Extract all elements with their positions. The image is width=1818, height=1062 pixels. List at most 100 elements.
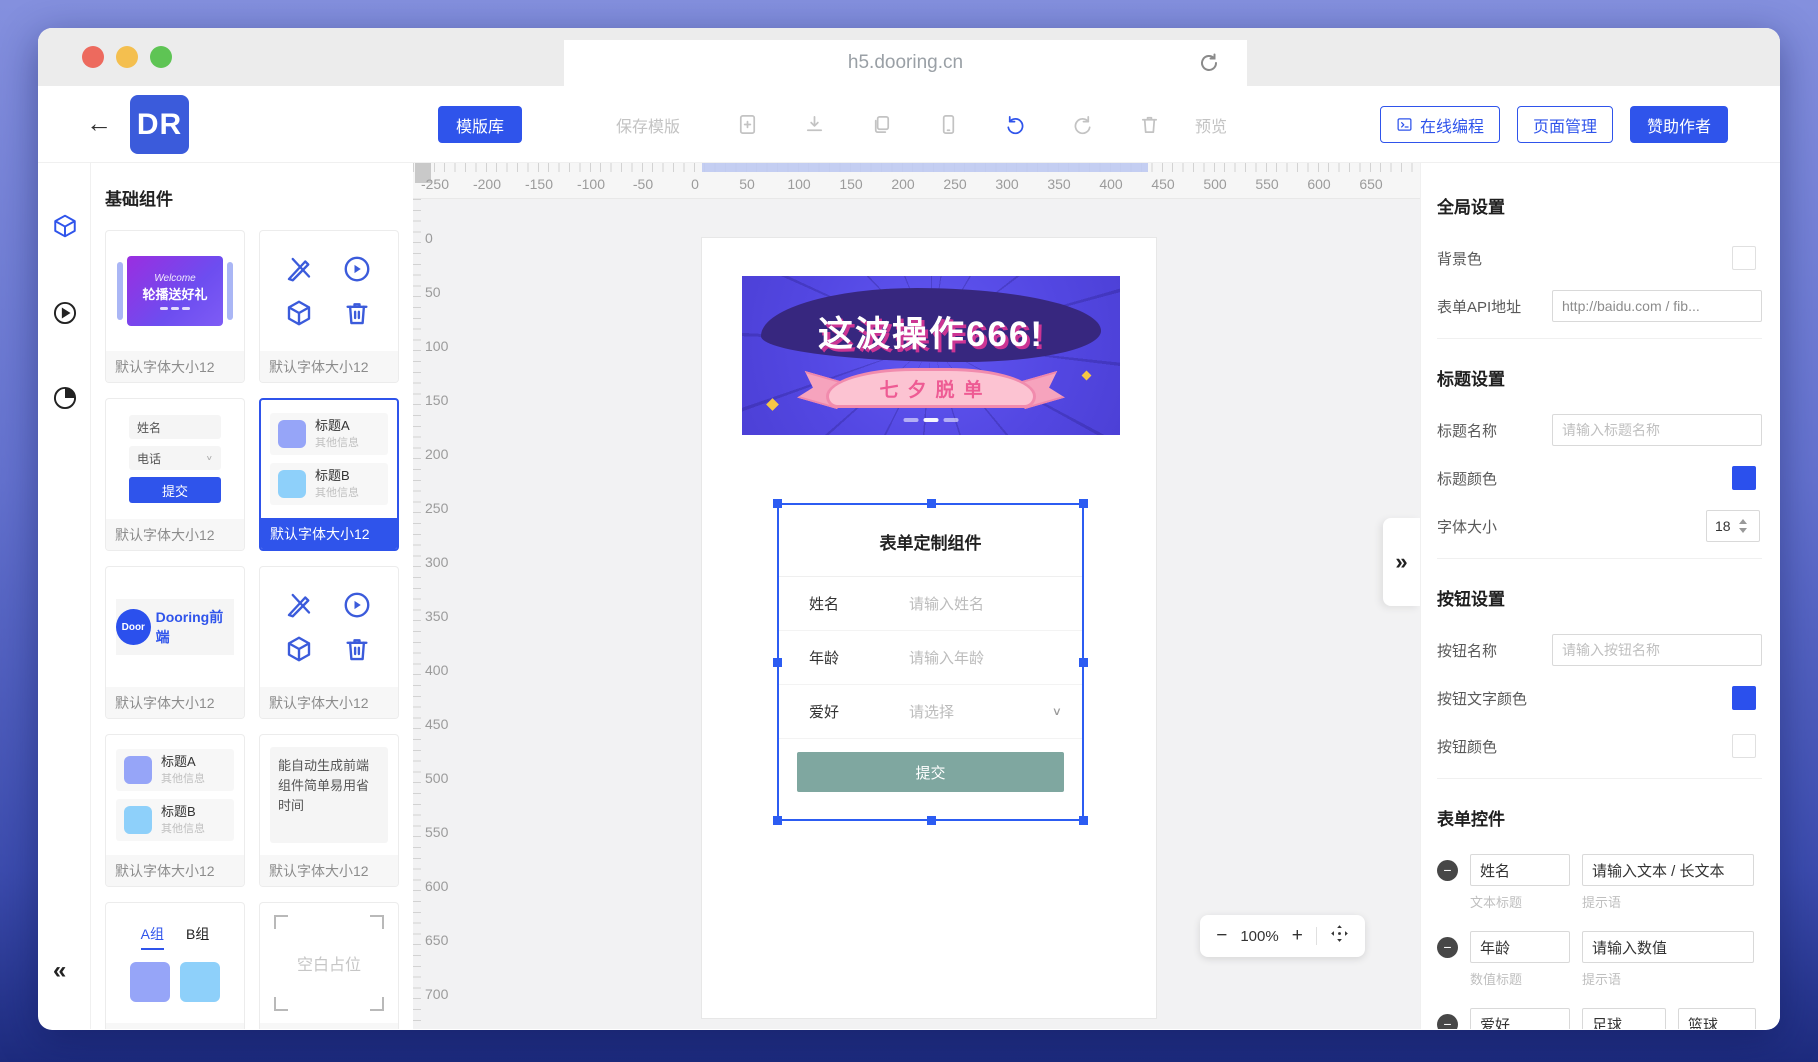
components-cube-icon[interactable] <box>52 213 78 239</box>
component-card-grid: Welcome 轮播送好礼 默认字体大小12 <box>105 230 399 1029</box>
toolbar-right: 在线编程 页面管理 赞助作者 <box>1380 106 1728 143</box>
app-logo[interactable]: DR <box>130 95 189 154</box>
tab-group-b[interactable]: B组 <box>186 924 209 950</box>
field-hint-input[interactable] <box>1582 931 1754 963</box>
thumb-square <box>130 962 170 1002</box>
banner-title: 这波操作666! <box>742 306 1120 357</box>
pan-move-icon[interactable] <box>1330 924 1349 948</box>
expand-panel-tab[interactable]: » <box>1383 518 1420 606</box>
component-card-list[interactable]: 标题A其他信息 标题B其他信息 默认字体大小12 <box>105 734 245 887</box>
canvas-area[interactable]: -250-200-150-100-50050100150200250300350… <box>413 163 1420 1029</box>
copy-icon[interactable] <box>870 113 893 136</box>
bg-color-row: 背景色 <box>1437 242 1762 274</box>
component-card-form[interactable]: 姓名 电话∨ 提交 默认字体大小12 <box>105 398 245 551</box>
download-icon[interactable] <box>803 113 826 136</box>
chart-pie-icon[interactable] <box>52 385 78 411</box>
page-artboard[interactable]: 这波操作666! 七夕脱单 <box>702 238 1156 1018</box>
v-ruler-label: 250 <box>425 500 448 516</box>
font-size-input[interactable] <box>1707 518 1737 534</box>
zoom-in-button[interactable]: + <box>1292 925 1303 947</box>
card-footer: 默认字体大小12 <box>260 687 398 718</box>
redo-icon[interactable] <box>1071 113 1094 136</box>
resize-handle-w[interactable] <box>773 658 782 667</box>
field-title-input[interactable] <box>1470 1008 1570 1029</box>
trash-icon <box>342 634 372 664</box>
back-arrow-icon[interactable]: ← <box>86 108 112 139</box>
banner-component[interactable]: 这波操作666! 七夕脱单 <box>742 276 1120 435</box>
title-name-input[interactable] <box>1552 414 1762 446</box>
h-ruler-label: 300 <box>995 176 1018 192</box>
component-card-carousel[interactable]: Welcome 轮播送好礼 默认字体大小12 <box>105 230 245 383</box>
dooring-logo-text: Dooring前端 <box>156 607 234 647</box>
zoom-out-button[interactable]: − <box>1216 925 1227 947</box>
h-ruler-label: 250 <box>943 176 966 192</box>
close-window-button[interactable] <box>82 46 104 68</box>
button-name-input[interactable] <box>1552 634 1762 666</box>
components-panel-title: 基础组件 <box>105 185 399 210</box>
mini-name-field: 姓名 <box>129 415 221 439</box>
component-card-tabs[interactable]: A组 B组 <box>105 902 245 1029</box>
component-card-icons[interactable]: 默认字体大小12 <box>259 230 399 383</box>
remove-field-icon[interactable]: − <box>1437 937 1458 958</box>
resize-handle-n[interactable] <box>927 499 936 508</box>
banner-carousel-dots[interactable] <box>904 418 959 422</box>
resize-handle-se[interactable] <box>1079 816 1088 825</box>
form-row-hobby[interactable]: 爱好 请选择 ∨ <box>779 685 1082 739</box>
toolbar-center: 模版库 保存模版 <box>438 86 1227 163</box>
field-title-input[interactable] <box>1470 931 1570 963</box>
remove-field-icon[interactable]: − <box>1437 1014 1458 1030</box>
file-add-icon[interactable] <box>736 113 759 136</box>
form-row-name[interactable]: 姓名 请输入姓名 <box>779 577 1082 631</box>
delete-icon[interactable] <box>1138 113 1161 136</box>
components-panel: 基础组件 Welcome 轮播送好礼 <box>91 163 413 1029</box>
save-template-button[interactable]: 保存模版 <box>616 113 680 137</box>
component-card-icons[interactable]: 默认字体大小12 <box>259 566 399 719</box>
field-hint-input[interactable] <box>1582 854 1754 886</box>
form-api-input[interactable] <box>1552 290 1762 322</box>
tab-group-a[interactable]: A组 <box>141 924 164 950</box>
page-manage-button[interactable]: 页面管理 <box>1517 106 1613 143</box>
field-title-input[interactable] <box>1470 854 1570 886</box>
resize-handle-s[interactable] <box>927 816 936 825</box>
mobile-icon[interactable] <box>937 113 960 136</box>
option-input[interactable] <box>1678 1008 1756 1029</box>
step-down-icon[interactable] <box>1739 528 1747 533</box>
resize-handle-e[interactable] <box>1079 658 1088 667</box>
remove-field-icon[interactable]: − <box>1437 860 1458 881</box>
url-bar[interactable]: h5.dooring.cn <box>564 40 1247 86</box>
sponsor-button[interactable]: 赞助作者 <box>1630 106 1728 143</box>
h-ruler-label: 650 <box>1359 176 1382 192</box>
preview-button[interactable]: 预览 <box>1195 113 1227 137</box>
url-text: h5.dooring.cn <box>848 52 963 74</box>
bg-color-swatch[interactable] <box>1732 246 1756 270</box>
form-controls-title: 表单控件 <box>1437 805 1762 830</box>
component-card-logo[interactable]: Door Dooring前端 默认字体大小12 <box>105 566 245 719</box>
card-footer <box>260 1023 398 1029</box>
resize-handle-nw[interactable] <box>773 499 782 508</box>
form-component-selected[interactable]: 表单定制组件 姓名 请输入姓名 年龄 请输入年龄 爱好 请选择 <box>777 503 1084 821</box>
form-submit-button[interactable]: 提交 <box>797 752 1064 792</box>
component-card-text[interactable]: 能自动生成前端组件简单易用省时间 默认字体大小12 <box>259 734 399 887</box>
template-library-button[interactable]: 模版库 <box>438 106 522 143</box>
online-coding-button[interactable]: 在线编程 <box>1380 106 1500 143</box>
media-play-icon[interactable] <box>52 300 78 326</box>
title-color-swatch[interactable] <box>1732 466 1756 490</box>
undo-icon[interactable] <box>1004 113 1027 136</box>
dooring-logo-badge: Door <box>116 609 151 645</box>
option-input[interactable] <box>1582 1008 1666 1029</box>
fullscreen-window-button[interactable] <box>150 46 172 68</box>
resize-handle-ne[interactable] <box>1079 499 1088 508</box>
card-footer-selected: 默认字体大小12 <box>261 518 397 549</box>
v-ruler-label: 400 <box>425 662 448 678</box>
step-up-icon[interactable] <box>1739 519 1747 524</box>
button-color-swatch[interactable] <box>1732 734 1756 758</box>
refresh-icon[interactable] <box>1197 51 1221 81</box>
collapse-panel-icon[interactable]: « <box>53 957 66 985</box>
minimize-window-button[interactable] <box>116 46 138 68</box>
component-card-blank-placeholder[interactable]: 空白占位 <box>259 902 399 1029</box>
resize-handle-sw[interactable] <box>773 816 782 825</box>
font-size-stepper[interactable] <box>1706 510 1760 542</box>
component-card-list-selected[interactable]: 标题A其他信息 标题B其他信息 默认字体大小12 <box>259 398 399 551</box>
form-row-age[interactable]: 年龄 请输入年龄 <box>779 631 1082 685</box>
button-text-color-swatch[interactable] <box>1732 686 1756 710</box>
